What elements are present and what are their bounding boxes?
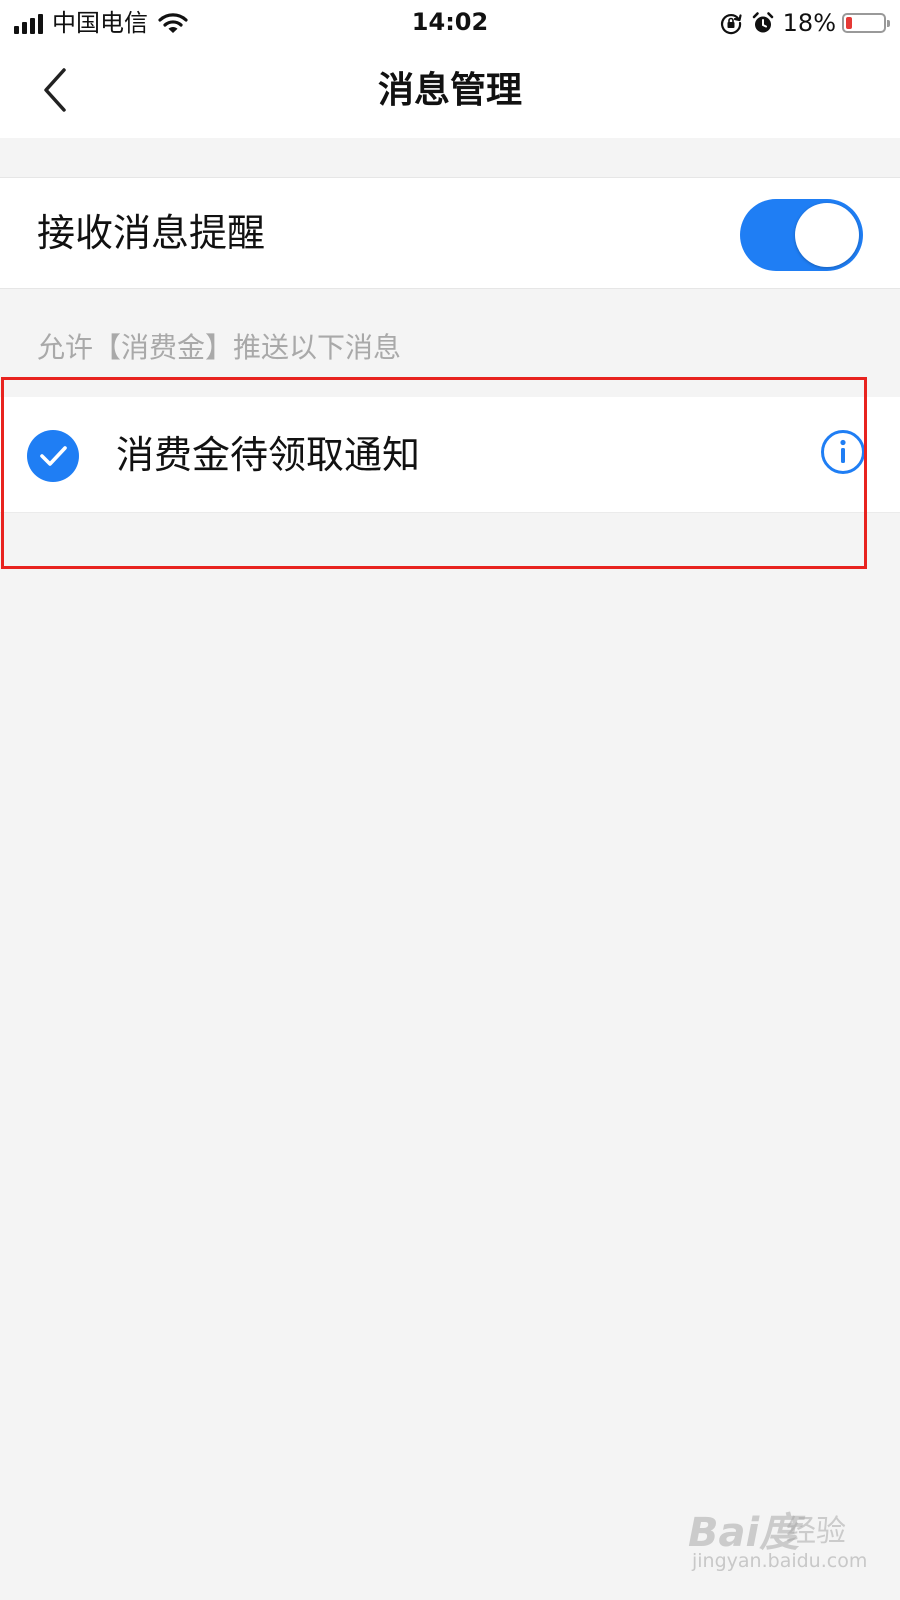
checkmark-glyph (40, 446, 67, 466)
back-button[interactable] (30, 66, 80, 116)
watermark-product: 经验 (786, 1514, 846, 1549)
page-title: 消息管理 (377, 70, 522, 111)
receive-notification-toggle[interactable] (740, 199, 863, 271)
receive-notification-label: 接收消息提醒 (37, 211, 266, 255)
battery-icon (842, 13, 890, 33)
orientation-lock-icon (720, 14, 742, 35)
battery-level-fill (846, 17, 852, 29)
alarm-icon (752, 12, 773, 33)
info-glyph (821, 430, 865, 474)
chevron-left-icon (44, 68, 66, 112)
status-right: 18% (719, 8, 890, 38)
status-bar: 中国电信 14:02 18% (0, 0, 900, 46)
receive-notification-row: 接收消息提醒 (0, 177, 900, 289)
navigation-bar: 消息管理 (0, 46, 900, 138)
watermark-url: jingyan.baidu.com (692, 1550, 868, 1572)
watermark-brand: Bai度 (688, 1510, 800, 1556)
battery-cap (887, 20, 890, 27)
message-type-label: 消费金待领取通知 (116, 433, 421, 477)
watermark: Bai度 经验 jingyan.baidu.com (688, 1500, 888, 1590)
info-icon[interactable] (820, 429, 866, 475)
section-hint: 允许【消费金】推送以下消息 (37, 331, 402, 364)
checkmark-icon[interactable] (27, 430, 79, 482)
battery-percent: 18% (782, 9, 836, 37)
toggle-knob (795, 203, 859, 267)
